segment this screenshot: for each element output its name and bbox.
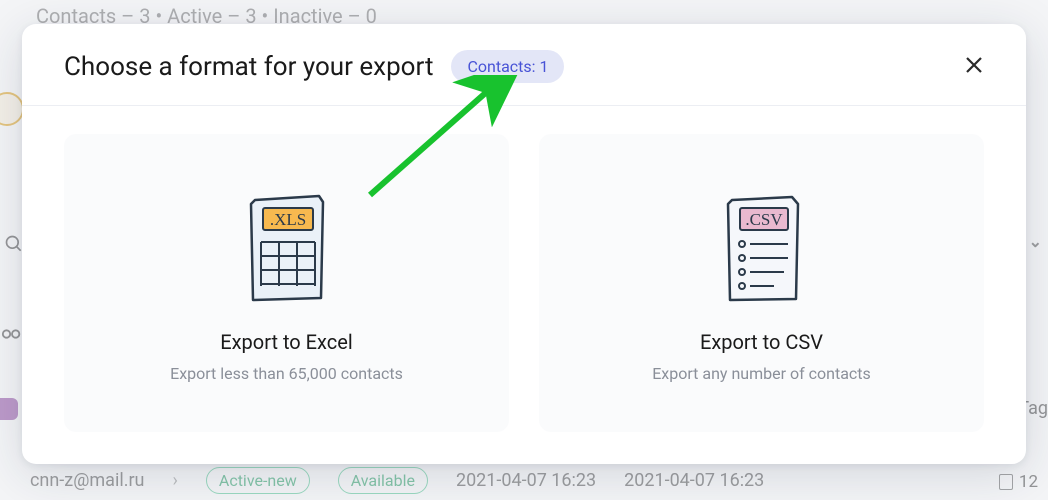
close-button[interactable] [958,51,990,83]
csv-card-subtitle: Export any number of contacts [652,364,871,383]
export-modal: Choose a format for your export Contacts… [22,24,1026,464]
contacts-count-badge: Contacts: 1 [451,50,564,83]
modal-body: .XLS Export to Excel Export less than 65… [22,106,1026,464]
close-icon [965,54,983,80]
modal-header: Choose a format for your export Contacts… [22,24,1026,106]
svg-text:.CSV: .CSV [745,210,783,229]
csv-card-title: Export to CSV [700,330,823,354]
xls-file-icon: .XLS [239,190,335,310]
svg-text:.XLS: .XLS [269,210,305,229]
modal-title: Choose a format for your export [64,52,433,82]
excel-card-title: Export to Excel [220,330,352,354]
export-excel-card[interactable]: .XLS Export to Excel Export less than 65… [64,134,509,432]
excel-card-subtitle: Export less than 65,000 contacts [170,364,403,383]
csv-file-icon: .CSV [714,190,810,310]
export-csv-card[interactable]: .CSV Export to CSV Export any number of … [539,134,984,432]
